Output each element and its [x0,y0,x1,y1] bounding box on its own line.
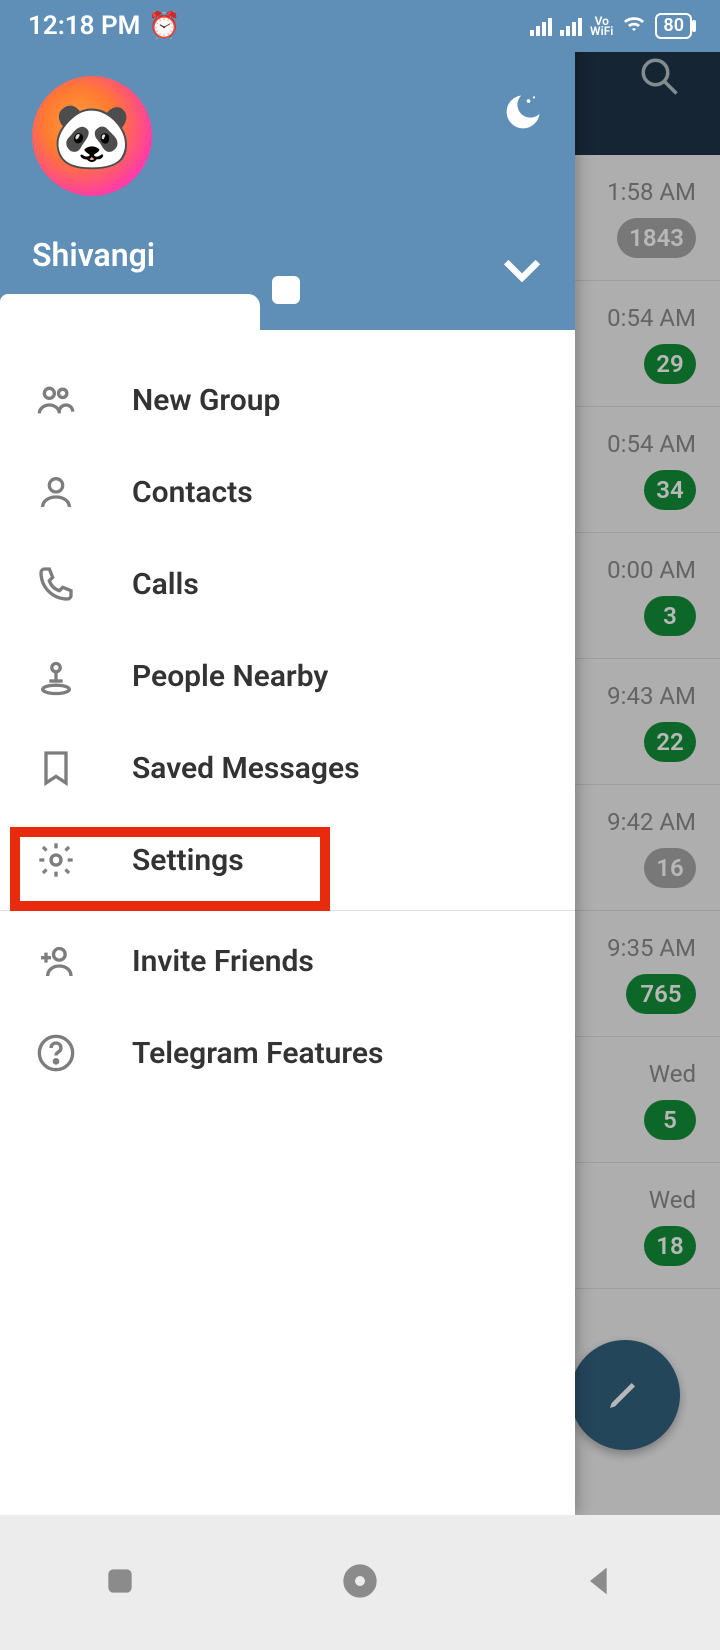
nav-home[interactable] [340,1561,380,1605]
menu-new-group[interactable]: New Group [0,354,575,446]
status-time: 12:18 PM [28,11,140,41]
gear-icon [36,840,76,880]
menu-saved-messages[interactable]: Saved Messages [0,722,575,814]
menu-calls[interactable]: Calls [0,538,575,630]
menu-label: Saved Messages [132,751,360,786]
account-expand[interactable] [503,258,541,286]
bookmark-icon [36,748,76,788]
nav-back[interactable] [580,1561,620,1605]
phone-icon [36,564,76,604]
menu-label: Calls [132,567,199,602]
navigation-drawer: 🐼 Shivangi New Group Contac [0,0,575,1515]
android-nav-bar [0,1515,720,1650]
drawer-username: Shivangi [32,236,155,274]
help-icon [36,1033,76,1073]
invite-icon [36,941,76,981]
signal-icon [530,16,552,36]
nav-recent[interactable] [100,1561,140,1605]
wifi-icon [621,13,647,39]
menu-label: Contacts [132,475,253,510]
person-icon [36,472,76,512]
menu-settings[interactable]: Settings [0,814,575,906]
menu-contacts[interactable]: Contacts [0,446,575,538]
battery-icon: 80 [655,13,692,39]
avatar-emoji: 🐼 [52,99,132,174]
menu-people-nearby[interactable]: People Nearby [0,630,575,722]
menu-divider [0,910,575,911]
menu-label: People Nearby [132,659,328,694]
signal-icon [560,16,582,36]
drawer-menu: New Group Contacts Calls People Nearby [0,330,575,1515]
menu-telegram-features[interactable]: Telegram Features [0,1007,575,1099]
nearby-icon [36,656,76,696]
menu-label: Settings [132,843,244,878]
vowifi-icon: Vo WiFi [590,16,613,36]
night-mode-toggle[interactable] [501,90,545,138]
alarm-icon: ⏰ [148,11,180,41]
menu-invite-friends[interactable]: Invite Friends [0,915,575,1007]
redaction-smudge [0,294,260,334]
status-bar: 12:18 PM ⏰ Vo WiFi 80 [0,0,720,52]
menu-label: New Group [132,383,280,418]
menu-label: Invite Friends [132,944,314,979]
group-icon [36,380,76,420]
menu-label: Telegram Features [132,1036,383,1071]
avatar[interactable]: 🐼 [32,76,152,196]
